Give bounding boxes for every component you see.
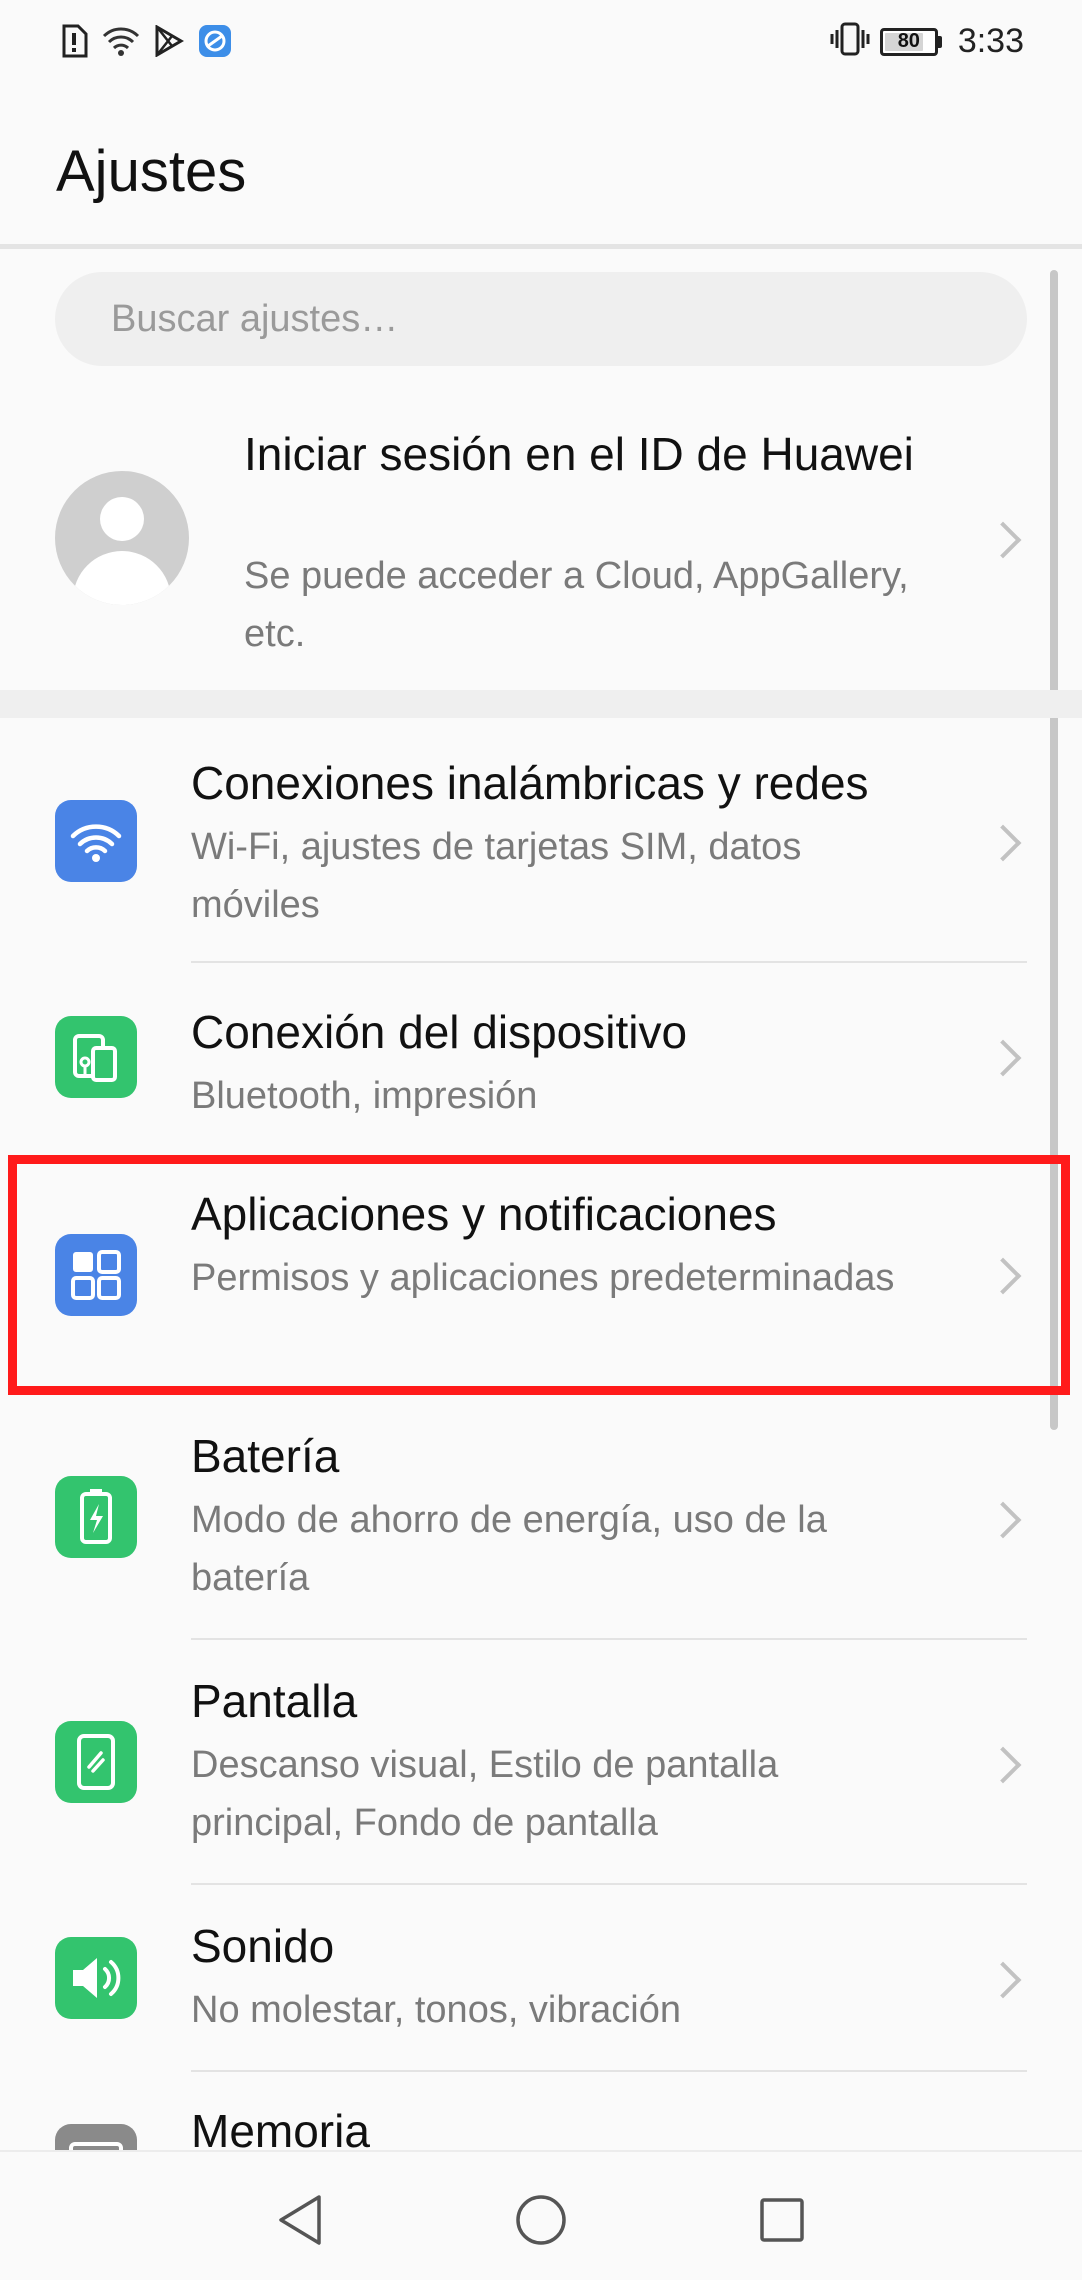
settings-item-title: Sonido <box>191 1920 335 1972</box>
settings-item-subtitle: No molestar, tonos, vibración <box>191 1989 682 2031</box>
battery-icon: 80 <box>879 27 942 56</box>
status-time: 3:33 <box>957 22 1024 60</box>
header-divider <box>0 244 1082 249</box>
settings-item-subtitle: Bluetooth, impresión <box>191 1075 538 1117</box>
settings-item-title: Aplicaciones y notificaciones <box>191 1188 777 1240</box>
recents-icon[interactable] <box>752 2190 812 2250</box>
avatar <box>55 471 189 605</box>
settings-item-device-connection[interactable]: Conexión del dispositivo Bluetooth, impr… <box>0 963 1082 1148</box>
chevron-right-icon <box>984 1257 1022 1295</box>
alert-icon <box>60 24 88 63</box>
account-title: Iniciar sesión en el ID de Huawei <box>244 428 914 480</box>
device-connection-icon <box>55 1016 137 1098</box>
settings-screen: 80 3:33 Ajustes Iniciar sesión en el ID … <box>0 0 1082 2280</box>
battery-tip <box>937 35 942 48</box>
status-left-icons <box>60 24 232 63</box>
section-divider <box>0 690 1082 718</box>
settings-item-title: Batería <box>191 1430 340 1482</box>
page-title: Ajustes <box>56 139 247 204</box>
avatar-body <box>73 551 171 605</box>
chevron-right-icon <box>984 1501 1022 1539</box>
avatar-head <box>100 497 144 541</box>
settings-item-battery[interactable]: Batería Modo de ahorro de energía, uso d… <box>0 1395 1082 1640</box>
chevron-right-icon <box>984 521 1022 559</box>
settings-item-subtitle: Descanso visual, Estilo de pantalla prin… <box>191 1744 779 1844</box>
search-input[interactable] <box>109 296 993 342</box>
battery-icon <box>55 1476 137 1558</box>
app-icon <box>198 24 232 63</box>
status-bar: 80 3:33 <box>0 0 1082 92</box>
speaker-icon <box>55 1937 137 2019</box>
huawei-id-login-row[interactable]: Iniciar sesión en el ID de Huawei Se pue… <box>0 395 1082 690</box>
chevron-right-icon <box>984 1961 1022 1999</box>
home-icon[interactable] <box>511 2190 571 2250</box>
chevron-right-icon <box>984 1746 1022 1784</box>
settings-item-title: Pantalla <box>191 1675 358 1727</box>
settings-item-title: Conexión del dispositivo <box>191 1006 688 1058</box>
settings-item-title: Conexiones inalámbricas y redes <box>191 757 869 809</box>
navigation-bar <box>0 2150 1082 2280</box>
display-icon <box>55 1721 137 1803</box>
storage-icon <box>55 2124 137 2150</box>
wifi-icon <box>102 25 140 62</box>
play-store-icon <box>154 24 184 62</box>
battery-body: 80 <box>879 27 938 56</box>
settings-item-subtitle: Wi-Fi, ajustes de tarjetas SIM, datos mó… <box>191 826 802 926</box>
chevron-right-icon <box>984 824 1022 862</box>
back-icon[interactable] <box>270 2190 330 2250</box>
vibrate-icon <box>830 22 870 61</box>
chevron-right-icon <box>984 1039 1022 1077</box>
wifi-icon <box>55 800 137 882</box>
apps-grid-icon <box>55 1234 137 1316</box>
search-box[interactable] <box>55 272 1027 366</box>
status-right-icons: 80 3:33 <box>830 22 1024 61</box>
account-subtitle: Se puede acceder a Cloud, AppGallery, et… <box>244 555 909 655</box>
settings-item-wireless-networks[interactable]: Conexiones inalámbricas y redes Wi-Fi, a… <box>0 718 1082 963</box>
battery-level: 80 <box>897 30 920 52</box>
settings-item-display[interactable]: Pantalla Descanso visual, Estilo de pant… <box>0 1640 1082 1885</box>
settings-item-sound[interactable]: Sonido No molestar, tonos, vibración <box>0 1885 1082 2072</box>
settings-item-subtitle: Modo de ahorro de energía, uso de la bat… <box>191 1499 827 1599</box>
settings-item-title: Memoria <box>191 2105 370 2150</box>
settings-item-subtitle: Permisos y aplicaciones predeterminadas <box>191 1257 895 1299</box>
settings-item-storage[interactable]: Memoria <box>0 2072 1082 2150</box>
settings-item-apps-notifications[interactable]: Aplicaciones y notificaciones Permisos y… <box>0 1155 1082 1395</box>
